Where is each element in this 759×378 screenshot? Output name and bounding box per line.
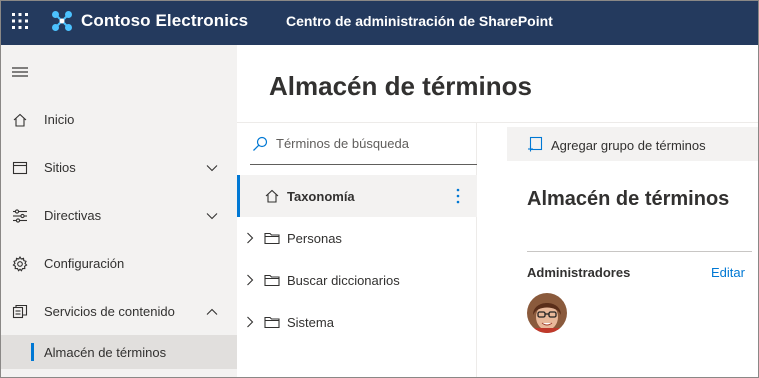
app-launcher-icon[interactable] (11, 12, 29, 30)
nav-item-label: Almacén de términos (44, 345, 167, 360)
detail-divider (527, 251, 752, 252)
content-services-icon (12, 304, 28, 319)
add-group-icon (528, 136, 543, 152)
folder-icon (264, 274, 280, 287)
folder-icon (264, 232, 280, 245)
chevron-up-icon[interactable] (206, 308, 218, 316)
add-term-group-button[interactable]: Agregar grupo de términos (507, 127, 758, 161)
tree-item-label: Sistema (287, 315, 334, 330)
chevron-right-icon[interactable] (246, 274, 254, 286)
search-placeholder: Términos de búsqueda (276, 136, 409, 151)
term-tree-pane: Términos de búsqueda Taxonomía Personas (237, 123, 477, 377)
policies-icon (13, 209, 27, 223)
nav-item-directivas[interactable]: Directivas (1, 197, 237, 235)
tree-item-personas[interactable]: Personas (237, 217, 477, 259)
tree-item-sistema[interactable]: Sistema (237, 301, 477, 343)
chevron-right-icon[interactable] (246, 316, 254, 328)
brand-name[interactable]: Contoso Electronics (81, 11, 248, 31)
tree-item-label: Personas (287, 231, 342, 246)
nav-item-configuracion[interactable]: Configuración (1, 245, 237, 283)
nav-item-sitios[interactable]: Sitios (1, 149, 237, 187)
nav-item-label: Sitios (44, 160, 76, 175)
hamburger-menu-icon[interactable] (11, 65, 29, 79)
selection-indicator (237, 175, 240, 217)
home-icon (13, 113, 27, 127)
avatar[interactable] (527, 293, 567, 333)
home-icon (265, 189, 279, 203)
contoso-logo-icon[interactable] (51, 10, 73, 32)
tree-item-label: Taxonomía (287, 189, 355, 204)
administrators-label: Administradores (527, 265, 631, 280)
nav-item-servicios-de-contenido[interactable]: Servicios de contenido (1, 293, 237, 331)
chevron-down-icon[interactable] (206, 212, 218, 220)
tree-item-buscar-diccionarios[interactable]: Buscar diccionarios (237, 259, 477, 301)
add-term-group-label: Agregar grupo de términos (551, 138, 706, 153)
app-title[interactable]: Centro de administración de SharePoint (286, 13, 553, 29)
edit-administrators-link[interactable]: Editar (711, 265, 745, 280)
suite-header: Contoso Electronics Centro de administra… (1, 1, 758, 45)
nav-item-label: Servicios de contenido (44, 304, 175, 319)
more-options-icon[interactable] (454, 187, 462, 205)
nav-item-label: Configuración (44, 256, 125, 271)
search-input[interactable]: Términos de búsqueda (250, 123, 477, 165)
nav-item-label: Inicio (44, 112, 75, 127)
nav-item-almacen-de-terminos[interactable]: Almacén de términos (1, 335, 237, 369)
gear-icon (12, 256, 28, 272)
nav-item-label: Directivas (44, 208, 102, 223)
tree-item-taxonomia[interactable]: Taxonomía (237, 175, 477, 217)
folder-icon (264, 316, 280, 329)
nav-item-inicio[interactable]: Inicio (1, 101, 237, 139)
page-title: Almacén de términos (269, 71, 532, 101)
detail-title: Almacén de términos (527, 188, 730, 210)
sites-icon (12, 161, 28, 175)
chevron-down-icon[interactable] (206, 164, 218, 172)
chevron-right-icon[interactable] (246, 232, 254, 244)
search-icon (253, 136, 268, 151)
tree-item-label: Buscar diccionarios (287, 273, 400, 288)
selection-indicator (31, 343, 34, 361)
sharepoint-admin-window: Contoso Electronics Centro de administra… (0, 0, 759, 378)
left-navigation: Inicio Sitios Directivas Configuración S… (1, 45, 237, 377)
